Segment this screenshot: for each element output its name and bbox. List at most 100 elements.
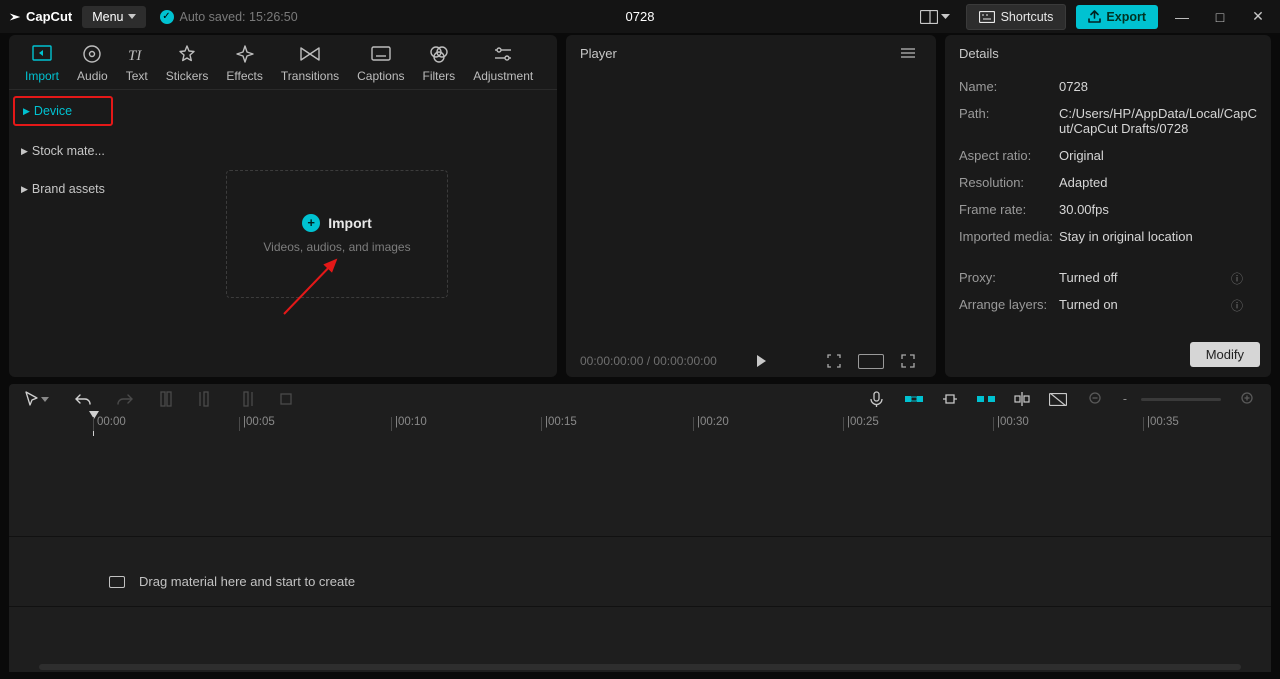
capcut-logo-icon: [8, 10, 22, 24]
tab-label: Text: [126, 69, 148, 83]
magnet-main-button[interactable]: [903, 391, 925, 407]
tab-transitions[interactable]: Transitions: [281, 43, 339, 83]
detail-value-proxy: Turned off: [1059, 270, 1257, 285]
delete-button[interactable]: [273, 388, 299, 410]
magnet-track-button[interactable]: [975, 391, 997, 407]
audio-icon: [81, 43, 103, 65]
app-logo-text: CapCut: [26, 9, 72, 24]
split-button[interactable]: [153, 387, 179, 411]
help-icon[interactable]: ⓘ: [1231, 297, 1243, 314]
tab-filters[interactable]: Filters: [423, 43, 456, 83]
tab-import[interactable]: Import: [25, 43, 59, 83]
stickers-icon: [176, 43, 198, 65]
tab-captions[interactable]: Captions: [357, 43, 404, 83]
close-button[interactable]: ✕: [1244, 8, 1272, 25]
link-icon: [941, 392, 959, 406]
tab-audio[interactable]: Audio: [77, 43, 108, 83]
timeline-body[interactable]: Drag material here and start to create: [9, 436, 1271, 672]
clip-icon: [109, 576, 125, 588]
undo-icon: [75, 392, 91, 406]
player-menu-button[interactable]: [894, 43, 922, 63]
aspect-ratio-button[interactable]: [858, 354, 884, 369]
split-icon: [159, 391, 173, 407]
tab-label: Filters: [423, 69, 456, 83]
ruler-tick: 00:00: [93, 417, 126, 431]
detail-value-arrange: Turned on: [1059, 297, 1257, 312]
align-icon: [1014, 392, 1030, 406]
detail-label-imported: Imported media:: [959, 229, 1059, 244]
chevron-down-icon: [941, 14, 950, 19]
autosave-status: ✓ Auto saved: 15:26:50: [160, 10, 298, 24]
redo-button[interactable]: [111, 388, 139, 410]
tab-text[interactable]: TI Text: [126, 43, 148, 83]
tab-label: Stickers: [166, 69, 209, 83]
modify-button[interactable]: Modify: [1190, 342, 1260, 367]
tab-label: Captions: [357, 69, 404, 83]
tab-label: Adjustment: [473, 69, 533, 83]
fullscreen-button[interactable]: [894, 349, 922, 373]
delete-right-button[interactable]: [233, 387, 259, 411]
export-button[interactable]: Export: [1076, 5, 1158, 29]
import-dropzone[interactable]: + Import Videos, audios, and images: [226, 170, 448, 298]
tab-stickers[interactable]: Stickers: [166, 43, 209, 83]
player-panel: Player 00:00:00:00 / 00:00:00:00: [566, 35, 936, 377]
undo-button[interactable]: [69, 388, 97, 410]
menu-button[interactable]: Menu: [82, 6, 145, 28]
menu-button-label: Menu: [92, 10, 123, 24]
detail-label-aspect: Aspect ratio:: [959, 148, 1059, 163]
detail-value-path: C:/Users/HP/AppData/Local/CapCut/CapCut …: [1059, 106, 1257, 136]
sidebar-item-brand[interactable]: ▶ Brand assets: [13, 176, 113, 202]
player-title: Player: [580, 46, 617, 61]
detail-value-imported: Stay in original location: [1059, 229, 1257, 244]
delete-left-button[interactable]: [193, 387, 219, 411]
transitions-icon: [299, 43, 321, 65]
minimize-button[interactable]: —: [1168, 9, 1196, 25]
record-audio-button[interactable]: [864, 387, 889, 412]
help-icon[interactable]: ⓘ: [1231, 270, 1243, 287]
zoom-in-button[interactable]: [1235, 388, 1261, 410]
app-logo: CapCut: [8, 9, 72, 24]
ruler-tick: |00:35: [1143, 417, 1179, 431]
shortcuts-button[interactable]: Shortcuts: [966, 4, 1067, 30]
maximize-button[interactable]: □: [1206, 9, 1234, 25]
timeline-ruler[interactable]: 00:00 |00:05 |00:10 |00:15 |00:20 |00:25…: [9, 414, 1271, 436]
details-panel: Details Name:0728 Path:C:/Users/HP/AppDa…: [945, 35, 1271, 377]
crop-icon: [826, 353, 842, 369]
sidebar-item-stock[interactable]: ▶ Stock mate...: [13, 138, 113, 164]
layout-button[interactable]: [914, 6, 956, 28]
player-viewport[interactable]: [566, 71, 936, 345]
import-panel: Import Audio TI Text Stickers Effects Tr…: [9, 35, 557, 377]
details-title: Details: [959, 46, 999, 61]
detail-label-proxy: Proxy:: [959, 270, 1059, 285]
zoom-slider[interactable]: [1141, 398, 1221, 401]
fullscreen-icon: [900, 353, 916, 369]
tab-adjustment[interactable]: Adjustment: [473, 43, 533, 83]
select-tool[interactable]: [19, 387, 55, 411]
zoom-out-icon: [1089, 392, 1103, 406]
reframe-button[interactable]: [820, 349, 848, 373]
redo-icon: [117, 392, 133, 406]
sidebar-item-label: Brand assets: [32, 182, 105, 196]
zoom-out-button[interactable]: [1083, 388, 1109, 410]
tab-label: Import: [25, 69, 59, 83]
sidebar-item-label: Device: [34, 104, 72, 118]
detail-value-name: 0728: [1059, 79, 1257, 94]
detail-label-name: Name:: [959, 79, 1059, 94]
timeline-scrollbar[interactable]: [39, 664, 1241, 670]
delete-right-icon: [239, 391, 253, 407]
adjustment-icon: [492, 43, 514, 65]
tab-label: Effects: [226, 69, 262, 83]
detail-value-aspect: Original: [1059, 148, 1257, 163]
detail-label-path: Path:: [959, 106, 1059, 136]
play-button[interactable]: [757, 355, 766, 367]
autosave-check-icon: ✓: [160, 10, 174, 24]
align-button[interactable]: [1011, 391, 1033, 407]
project-name: 0728: [626, 9, 655, 24]
tab-effects[interactable]: Effects: [226, 43, 262, 83]
link-button[interactable]: [939, 391, 961, 407]
microphone-icon: [870, 391, 883, 408]
preview-toggle-button[interactable]: [1047, 391, 1069, 407]
detail-label-arrange: Arrange layers:: [959, 297, 1059, 312]
sidebar-item-device[interactable]: ▶ Device: [13, 96, 113, 126]
detail-value-resolution: Adapted: [1059, 175, 1257, 190]
